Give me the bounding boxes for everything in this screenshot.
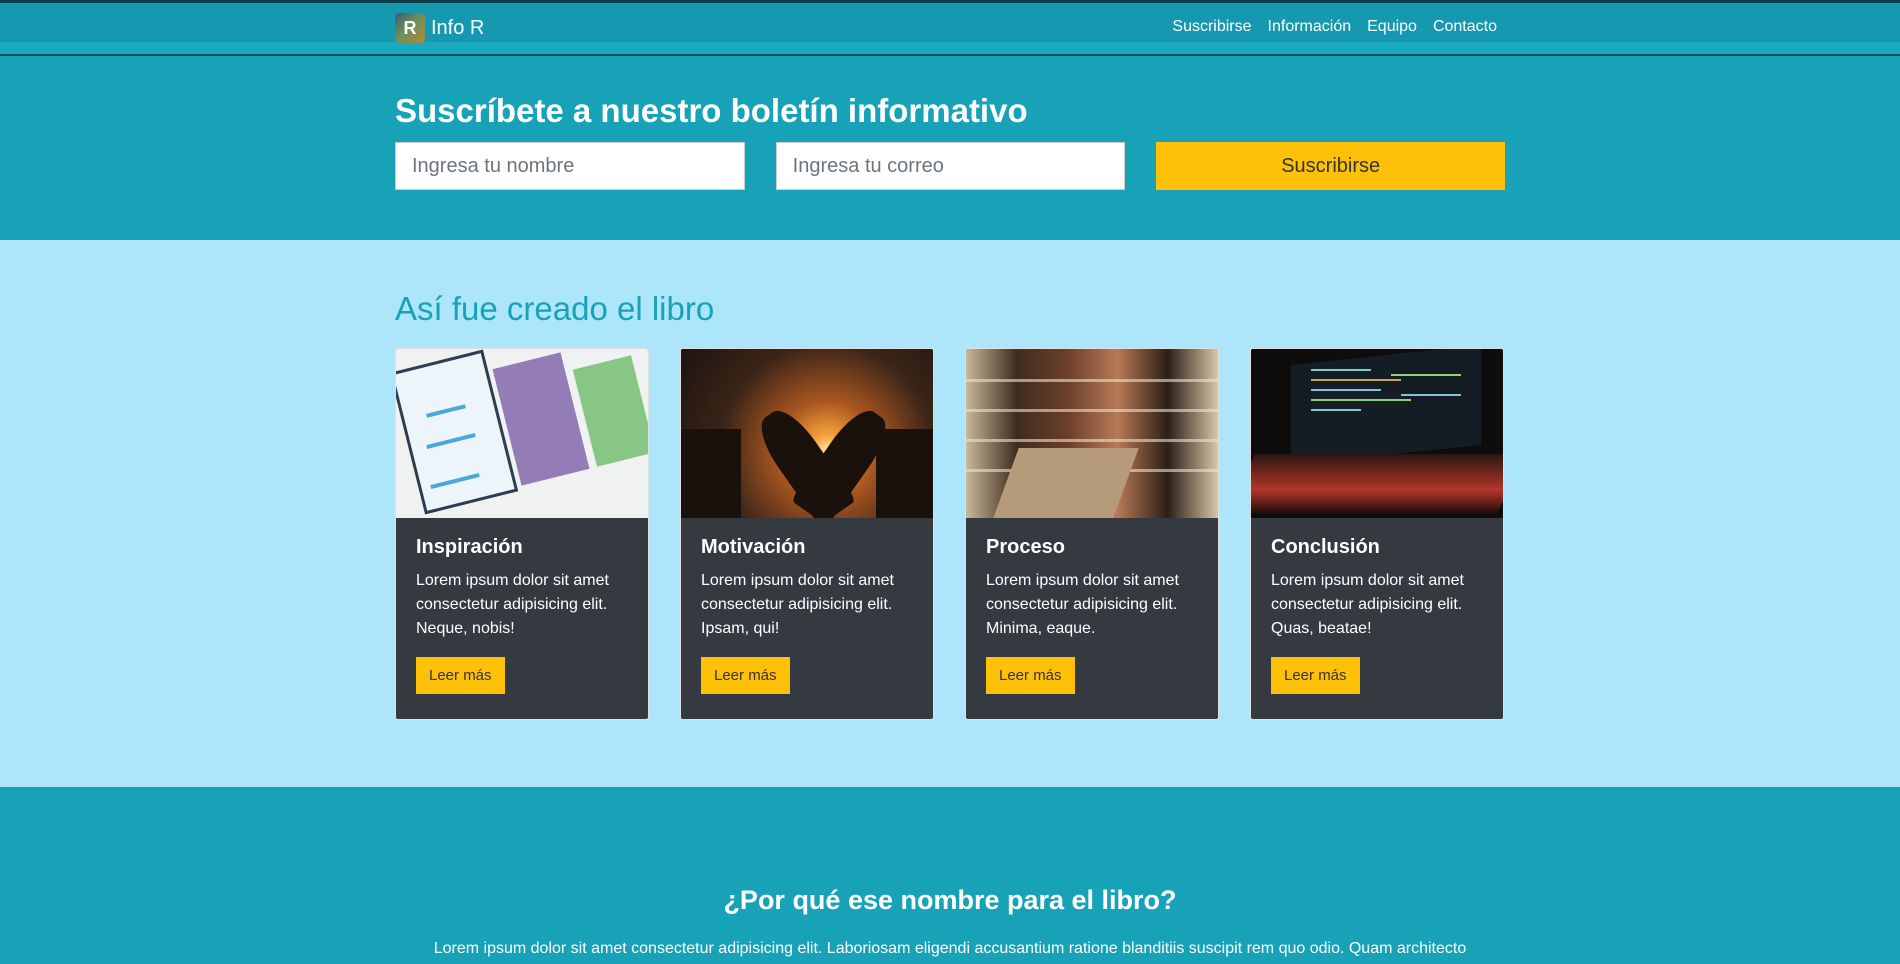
card-title: Inspiración [416,536,523,558]
why-text: Lorem ipsum dolor sit amet consectetur a… [433,940,1467,957]
cards-row: Inspiración Lorem ipsum dolor sit amet c… [395,348,1505,720]
nav-links: Suscribirse Información Equipo Contacto [1172,18,1497,36]
subscribe-title: Suscríbete a nuestro boletín informativo [395,92,1028,129]
logo-icon: R [395,13,425,43]
nav-link-contacto[interactable]: Contacto [1433,18,1497,36]
why-title: ¿Por qué ese nombre para el libro? [723,885,1177,915]
card-text: Lorem ipsum dolor sit amet consectetur a… [416,572,609,637]
nav-link-equipo[interactable]: Equipo [1367,18,1417,36]
card-image-library [966,349,1218,518]
card-image-heart [681,349,933,518]
card-text: Lorem ipsum dolor sit amet consectetur a… [986,572,1179,637]
card-title: Motivación [701,536,806,558]
book-creation-section: Así fue creado el libro Inspiración Lore… [0,240,1900,787]
subscribe-section: Suscríbete a nuestro boletín informativo… [0,56,1900,240]
nav-link-informacion[interactable]: Información [1268,18,1352,36]
why-name-section: ¿Por qué ese nombre para el libro? Lorem… [0,787,1900,964]
card-title: Conclusión [1271,536,1380,558]
subscribe-button[interactable]: Suscribirse [1156,142,1505,190]
read-more-button[interactable]: Leer más [1271,657,1360,694]
card-motivacion: Motivación Lorem ipsum dolor sit amet co… [680,348,934,720]
nav-link-suscribirse[interactable]: Suscribirse [1172,18,1251,36]
read-more-button[interactable]: Leer más [416,657,505,694]
brand-name: Info R [431,16,485,39]
card-inspiracion: Inspiración Lorem ipsum dolor sit amet c… [395,348,649,720]
book-section-title: Así fue creado el libro [395,290,715,327]
navbar: R Info R Suscribirse Información Equipo … [0,0,1900,56]
read-more-button[interactable]: Leer más [701,657,790,694]
card-proceso: Proceso Lorem ipsum dolor sit amet conse… [965,348,1219,720]
card-title: Proceso [986,536,1065,558]
card-text: Lorem ipsum dolor sit amet consectetur a… [1271,572,1464,637]
card-text: Lorem ipsum dolor sit amet consectetur a… [701,572,894,637]
name-input[interactable] [395,142,745,190]
brand-link[interactable]: R Info R [395,13,484,43]
card-image-wireframe [396,349,648,518]
card-conclusion: Conclusión Lorem ipsum dolor sit amet co… [1250,348,1504,720]
email-input[interactable] [775,142,1126,190]
card-image-laptop [1251,349,1503,518]
subscribe-form: Suscribirse [395,142,1505,190]
read-more-button[interactable]: Leer más [986,657,1075,694]
